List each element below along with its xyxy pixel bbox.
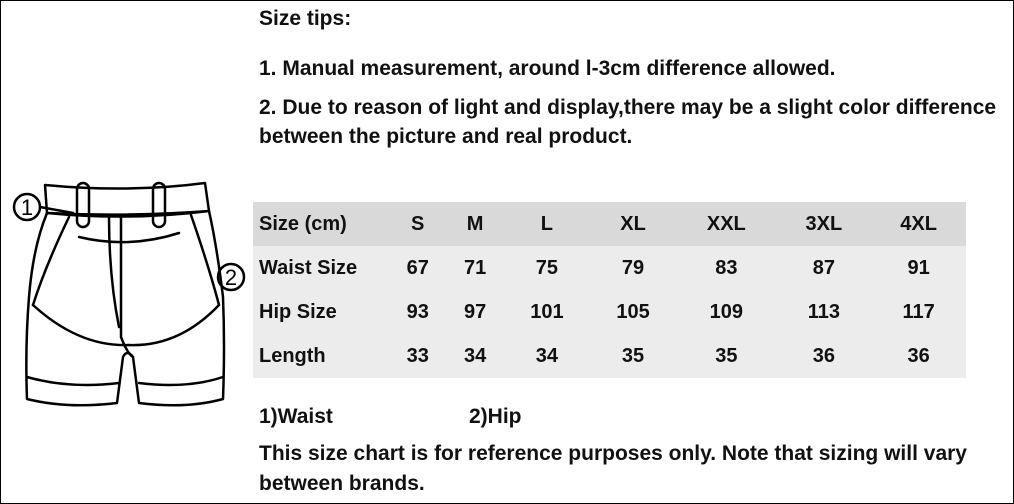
size-header-row: Size (cm) S M L XL XXL 3XL 4XL (253, 202, 966, 246)
table-cell: 87 (776, 246, 872, 290)
size-header-m: M (446, 202, 504, 246)
size-tips-title: Size tips: (259, 7, 352, 30)
size-header-4xl: 4XL (871, 202, 966, 246)
table-cell: 71 (446, 246, 504, 290)
table-cell: 34 (503, 334, 590, 378)
shorts-outline-icon: 1 2 (12, 181, 246, 407)
row-label-length: Length (253, 334, 389, 378)
size-header-xl: XL (589, 202, 677, 246)
page-frame: Size tips: 1. Manual measurement, around… (0, 0, 1014, 504)
size-header-s: S (389, 202, 447, 246)
size-tip-2: 2. Due to reason of light and display,th… (259, 96, 997, 148)
table-cell: 83 (676, 246, 777, 290)
size-header-xxl: XXL (676, 202, 777, 246)
table-cell: 67 (389, 246, 447, 290)
table-row-length: Length 33 34 34 35 35 36 36 (253, 334, 966, 378)
size-header-l: L (503, 202, 590, 246)
disclaimer-note: This size chart is for reference purpose… (259, 442, 967, 495)
table-cell: 109 (676, 290, 777, 334)
size-header-label: Size (cm) (253, 202, 389, 246)
table-cell: 113 (776, 290, 872, 334)
legend-waist: 1)Waist (259, 405, 333, 428)
table-cell: 93 (389, 290, 447, 334)
size-tip-1: 1. Manual measurement, around l-3cm diff… (259, 57, 836, 80)
table-cell: 117 (871, 290, 966, 334)
row-label-waist: Waist Size (253, 246, 389, 290)
row-label-hip: Hip Size (253, 290, 389, 334)
size-header-3xl: 3XL (776, 202, 872, 246)
table-cell: 75 (503, 246, 590, 290)
legend-hip: 2)Hip (469, 405, 522, 428)
table-cell: 101 (503, 290, 590, 334)
table-cell: 33 (389, 334, 447, 378)
table-cell: 79 (589, 246, 677, 290)
size-chart-table: Size (cm) S M L XL XXL 3XL 4XL Waist Siz… (253, 202, 966, 378)
table-row-waist: Waist Size 67 71 75 79 83 87 91 (253, 246, 966, 290)
marker-1-label: 1 (21, 195, 33, 220)
table-cell: 35 (589, 334, 677, 378)
table-cell: 105 (589, 290, 677, 334)
table-cell: 97 (446, 290, 504, 334)
marker-2-label: 2 (225, 265, 237, 290)
table-row-hip: Hip Size 93 97 101 105 109 113 117 (253, 290, 966, 334)
table-cell: 36 (776, 334, 872, 378)
table-cell: 36 (871, 334, 966, 378)
table-cell: 34 (446, 334, 504, 378)
table-cell: 91 (871, 246, 966, 290)
table-cell: 35 (676, 334, 777, 378)
